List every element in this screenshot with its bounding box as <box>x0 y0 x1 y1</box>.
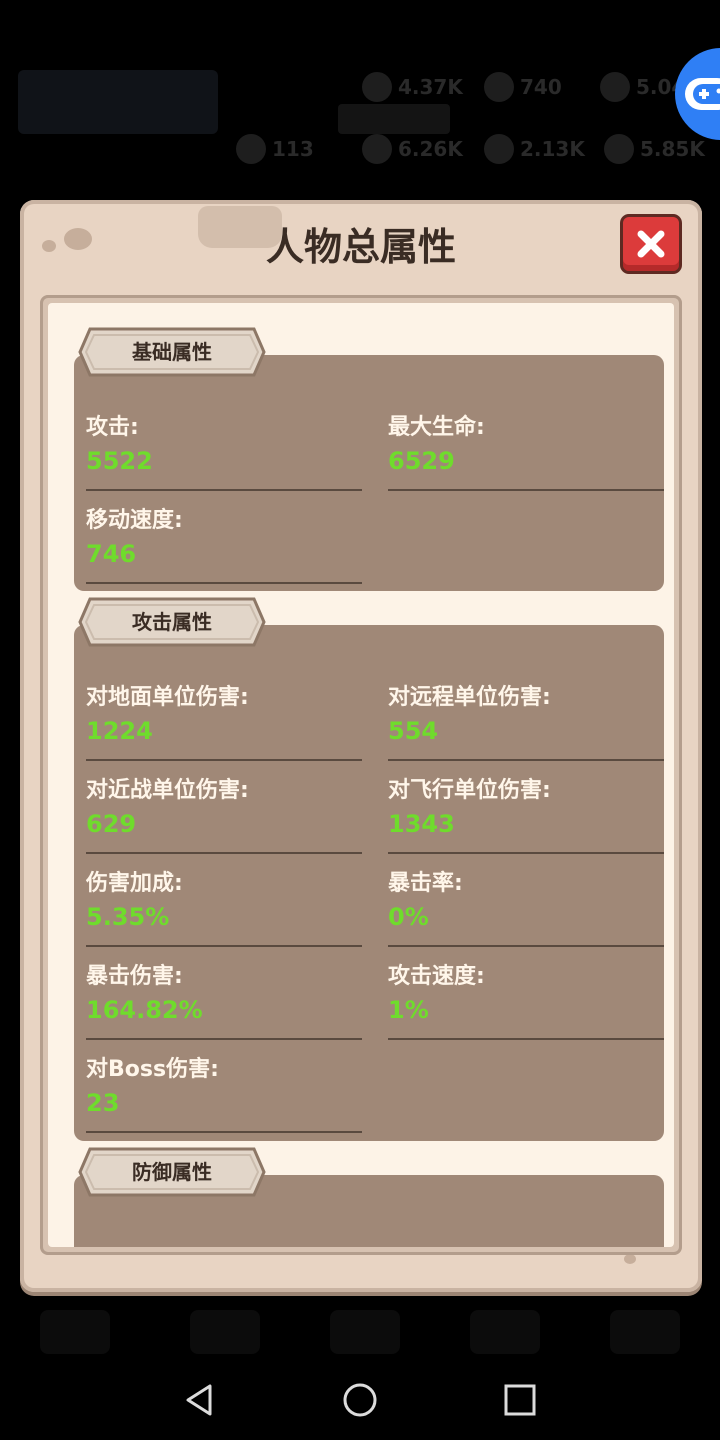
divider <box>86 945 362 947</box>
stat-label: 攻击速度: <box>388 964 485 989</box>
divider <box>388 759 664 761</box>
stat-label: 对飞行单位伤害: <box>388 778 551 803</box>
stat-label: 伤害加成: <box>86 871 183 896</box>
stat-crit-rate: 暴击率: 0% <box>388 865 664 955</box>
gamepad-icon <box>685 78 720 110</box>
helmet-icon <box>604 134 634 164</box>
stat-value: 6529 <box>388 447 455 475</box>
home-circle-icon <box>343 1383 377 1417</box>
stat-attack: 攻击: 5522 <box>86 409 362 499</box>
divider <box>86 852 362 854</box>
background-badge <box>338 104 450 134</box>
recents-button[interactable] <box>500 1380 540 1420</box>
stat-label: 暴击伤害: <box>86 964 183 989</box>
divider <box>86 489 362 491</box>
divider <box>388 945 664 947</box>
flame-icon <box>484 134 514 164</box>
energy-icon <box>600 72 630 102</box>
stat-value: 0% <box>388 903 429 931</box>
basic-attributes-section: 攻击: 5522 最大生命: 6529 移动速度: 746 <box>74 355 664 591</box>
attack-attributes-tag: 攻击属性 <box>78 597 266 647</box>
bg-bottom-item <box>470 1310 540 1354</box>
stat-label: 对远程单位伤害: <box>388 685 551 710</box>
divider <box>86 582 362 584</box>
recents-square-icon <box>504 1384 536 1416</box>
defense-attributes-tag: 防御属性 <box>78 1147 266 1197</box>
inner-frame: 攻击: 5522 最大生命: 6529 移动速度: 746 基础属性 对地面单位… <box>40 295 682 1255</box>
attack-attributes-section: 对地面单位伤害: 1224 对远程单位伤害: 554 对近战单位伤害: 629 <box>74 625 664 1141</box>
stat-label: 对地面单位伤害: <box>86 685 249 710</box>
back-triangle-icon <box>186 1384 212 1416</box>
basic-attributes-tag: 基础属性 <box>78 327 266 377</box>
bg-bottom-item <box>610 1310 680 1354</box>
section-title: 攻击属性 <box>132 610 212 634</box>
stat-attack-speed: 攻击速度: 1% <box>388 958 664 1048</box>
bg-resource-3: 5.04 <box>600 72 685 102</box>
divider <box>86 759 362 761</box>
bg-bottom-item <box>190 1310 260 1354</box>
stat-label: 最大生命: <box>388 415 485 440</box>
bg-bottom-item <box>330 1310 400 1354</box>
bg-resource-6: 2.13K <box>484 134 585 164</box>
section-title: 基础属性 <box>132 340 212 364</box>
home-button[interactable] <box>340 1380 380 1420</box>
attributes-scroll-area[interactable]: 攻击: 5522 最大生命: 6529 移动速度: 746 基础属性 对地面单位… <box>48 303 674 1247</box>
system-navigation-bar <box>0 1360 720 1440</box>
background-banner <box>18 70 218 134</box>
stat-label: 对Boss伤害: <box>86 1057 219 1082</box>
coin-icon <box>362 72 392 102</box>
stat-damage-bonus: 伤害加成: 5.35% <box>86 865 362 955</box>
attributes-panel: 人物总属性 攻击: 5522 最大生命: 6529 移动速度: 746 基础属性… <box>20 200 702 1292</box>
stat-value: 164.82% <box>86 996 203 1024</box>
panel-decoration <box>624 1254 636 1264</box>
bg-bottom-item <box>40 1310 110 1354</box>
background-hud: 4.37K 740 5.04 113 6.26K 2.13K 5.85K <box>0 0 720 200</box>
shield-icon <box>362 134 392 164</box>
divider <box>86 1038 362 1040</box>
stat-crit-damage: 暴击伤害: 164.82% <box>86 958 362 1048</box>
divider <box>388 489 664 491</box>
stat-value: 1% <box>388 996 429 1024</box>
divider <box>388 852 664 854</box>
stat-value: 629 <box>86 810 137 838</box>
bg-resource-5: 6.26K <box>362 134 463 164</box>
stat-max-hp: 最大生命: 6529 <box>388 409 664 499</box>
bg-resource-2: 740 <box>484 72 562 102</box>
stat-value: 746 <box>86 540 137 568</box>
background-bottom-bar <box>0 1300 720 1360</box>
stat-melee-damage: 对近战单位伤害: 629 <box>86 772 362 862</box>
stat-move-speed: 移动速度: 746 <box>86 502 362 592</box>
stat-label: 移动速度: <box>86 508 183 533</box>
bg-resource-1: 4.37K <box>362 72 463 102</box>
stat-value: 1343 <box>388 810 455 838</box>
stat-value: 554 <box>388 717 439 745</box>
gem-icon <box>484 72 514 102</box>
back-button[interactable] <box>180 1380 220 1420</box>
divider <box>86 1131 362 1133</box>
panel-title: 人物总属性 <box>265 225 456 269</box>
bg-resource-7: 5.85K <box>604 134 705 164</box>
bg-resource-4: 113 <box>236 134 314 164</box>
stat-value: 23 <box>86 1089 120 1117</box>
stat-value: 1224 <box>86 717 153 745</box>
stat-boss-damage: 对Boss伤害: 23 <box>86 1051 362 1141</box>
stat-label: 暴击率: <box>388 871 463 896</box>
close-button[interactable] <box>620 214 682 274</box>
stat-ranged-damage: 对远程单位伤害: 554 <box>388 679 664 769</box>
close-x-icon <box>637 230 665 258</box>
stat-value: 5522 <box>86 447 153 475</box>
stat-flying-damage: 对飞行单位伤害: 1343 <box>388 772 664 862</box>
game-screen: 4.37K 740 5.04 113 6.26K 2.13K 5.85K 人物总… <box>0 0 720 1440</box>
stat-value: 5.35% <box>86 903 170 931</box>
stat-ground-damage: 对地面单位伤害: 1224 <box>86 679 362 769</box>
stat-label: 攻击: <box>86 415 139 440</box>
divider <box>388 1038 664 1040</box>
section-title: 防御属性 <box>132 1160 212 1184</box>
stat-label: 对近战单位伤害: <box>86 778 249 803</box>
sword-icon <box>236 134 266 164</box>
